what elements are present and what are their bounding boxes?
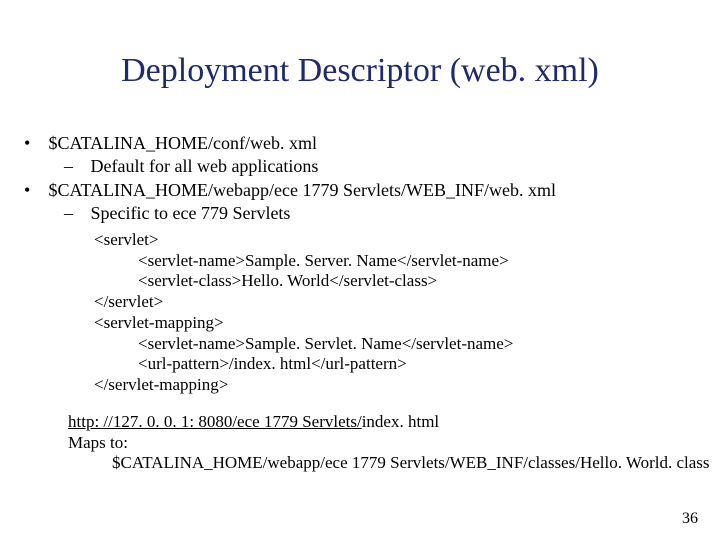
sub-item: Specific to ece 779 Servlets <box>64 202 714 225</box>
code-line: <servlet-name>Sample. Servlet. Name</ser… <box>94 334 714 355</box>
slide-body: $CATALINA_HOME/conf/web. xml Default for… <box>24 132 714 474</box>
bullet-text: $CATALINA_HOME/conf/web. xml <box>49 133 318 153</box>
code-line: </servlet-mapping> <box>94 375 714 396</box>
example-url-line: http: //127. 0. 0. 1: 8080/ece 1779 Serv… <box>68 412 714 433</box>
bullet-list: $CATALINA_HOME/conf/web. xml Default for… <box>24 132 714 224</box>
code-line: </servlet> <box>94 292 714 313</box>
bullet-text: $CATALINA_HOME/webapp/ece 1779 Servlets/… <box>49 180 556 200</box>
bullet-item: $CATALINA_HOME/webapp/ece 1779 Servlets/… <box>24 179 714 224</box>
example-url-suffix: index. html <box>362 412 439 431</box>
code-line: <url-pattern>/index. html</url-pattern> <box>94 354 714 375</box>
bullet-item: $CATALINA_HOME/conf/web. xml Default for… <box>24 132 714 177</box>
code-line: <servlet-name>Sample. Server. Name</serv… <box>94 251 714 272</box>
sub-text: Default for all web applications <box>91 156 319 176</box>
sub-list: Default for all web applications <box>24 155 714 178</box>
code-line: <servlet> <box>94 230 714 251</box>
sub-list: Specific to ece 779 Servlets <box>24 202 714 225</box>
page-number: 36 <box>682 510 698 528</box>
code-line: <servlet-mapping> <box>94 313 714 334</box>
maps-to-value: $CATALINA_HOME/webapp/ece 1779 Servlets/… <box>68 453 714 474</box>
code-line: <servlet-class>Hello. World</servlet-cla… <box>94 271 714 292</box>
sub-text: Specific to ece 779 Servlets <box>91 203 291 223</box>
sub-item: Default for all web applications <box>64 155 714 178</box>
slide-title: Deployment Descriptor (web. xml) <box>0 52 720 90</box>
slide: Deployment Descriptor (web. xml) $CATALI… <box>0 0 720 540</box>
example-url-link[interactable]: http: //127. 0. 0. 1: 8080/ece 1779 Serv… <box>68 412 362 431</box>
xml-snippet: <servlet> <servlet-name>Sample. Server. … <box>24 230 714 396</box>
maps-to-label: Maps to: <box>68 433 714 454</box>
tail-block: http: //127. 0. 0. 1: 8080/ece 1779 Serv… <box>24 412 714 474</box>
